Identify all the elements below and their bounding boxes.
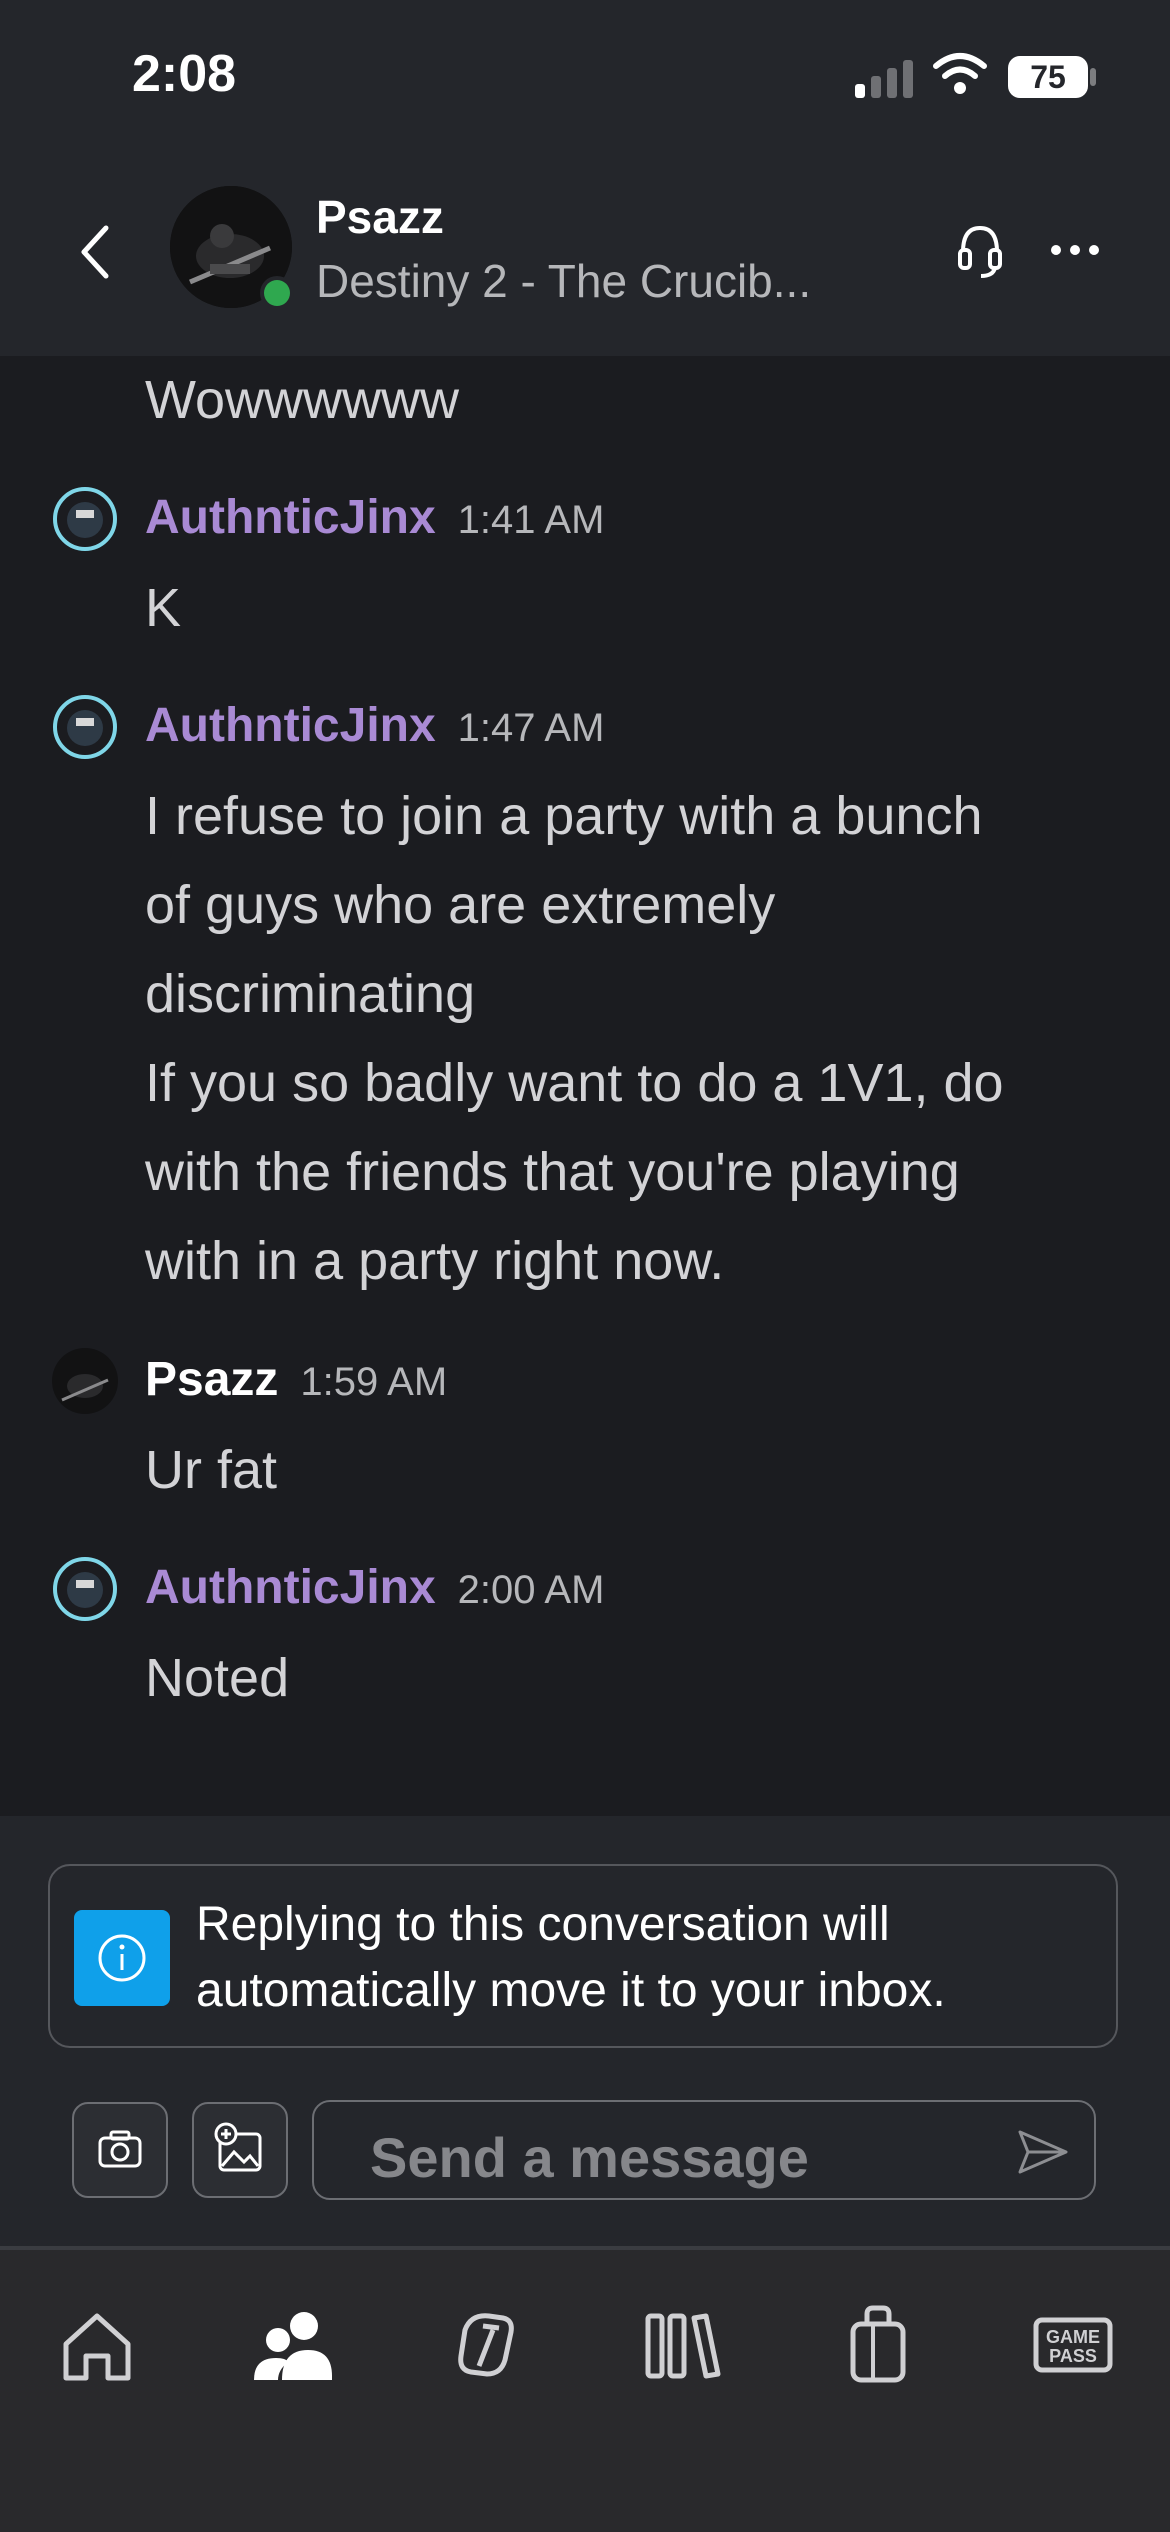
library-icon[interactable] <box>638 2300 728 2390</box>
sender-avatar[interactable] <box>52 694 118 760</box>
message-timestamp: 1:41 AM <box>457 498 605 542</box>
chat-header: Psazz Destiny 2 - The Crucib... <box>0 150 1170 356</box>
inbox-notice-line: Replying to this conversation will <box>196 1898 890 1951</box>
message-text: K <box>145 578 182 638</box>
composer-area: Replying to this conversation will autom… <box>0 1816 1170 2246</box>
message-line: If you so badly want to do a 1V1, do <box>145 1053 1004 1113</box>
message-line: discriminating <box>145 964 476 1024</box>
sender-avatar[interactable] <box>52 486 118 552</box>
game-pass-label: GAME <box>1046 2327 1100 2347</box>
message-input-box[interactable] <box>312 2100 1096 2200</box>
inbox-notice-line: automatically move it to your inbox. <box>196 1964 946 2017</box>
store-icon[interactable] <box>833 2300 923 2390</box>
cellular-signal-icon <box>855 58 915 98</box>
message-header: Psazz 1:59 AM <box>145 1352 447 1412</box>
sender-name[interactable]: Psazz <box>145 1353 278 1406</box>
message-header: AuthnticJinx 2:00 AM <box>145 1560 604 1620</box>
message-text: Wowwwwww <box>145 370 460 430</box>
status-bar: 2:08 75 <box>0 0 1170 150</box>
inbox-notice-text: Replying to this conversation will autom… <box>196 1892 1096 2024</box>
wifi-icon <box>933 53 987 94</box>
message-text: Noted <box>145 1648 290 1708</box>
message-list[interactable]: Wowwwwww AuthnticJinx 1:41 AM K AuthnticJ… <box>0 356 1170 1816</box>
game-pass-icon[interactable]: GAME PASS <box>1028 2300 1118 2390</box>
message-header: AuthnticJinx 1:47 AM <box>145 698 604 758</box>
online-status-icon <box>260 276 294 310</box>
camera-icon <box>98 2130 142 2168</box>
battery-level: 75 <box>1008 56 1088 98</box>
message-line: with in a party right now. <box>145 1231 725 1291</box>
sender-name[interactable]: AuthnticJinx <box>145 491 436 544</box>
contact-activity: Destiny 2 - The Crucib... <box>316 255 812 307</box>
game-pass-label: PASS <box>1049 2346 1097 2366</box>
add-image-icon <box>214 2122 262 2172</box>
message-line: I refuse to join a party with a bunch <box>145 786 983 846</box>
message-line: with the friends that you're playing <box>145 1142 960 1202</box>
camera-button[interactable] <box>72 2102 168 2198</box>
sender-avatar[interactable] <box>52 1348 118 1414</box>
message-line: of guys who are extremely <box>145 875 776 935</box>
message-header: AuthnticJinx 1:41 AM <box>145 490 604 550</box>
message-timestamp: 1:59 AM <box>300 1360 448 1404</box>
contact-name[interactable]: Psazz <box>316 190 444 244</box>
headset-icon[interactable] <box>955 222 1005 282</box>
message-text: I refuse to join a party with a bunch of… <box>145 772 1004 1306</box>
add-image-button[interactable] <box>192 2102 288 2198</box>
more-options-icon[interactable] <box>1050 240 1100 260</box>
people-icon[interactable] <box>248 2300 338 2390</box>
sender-name[interactable]: AuthnticJinx <box>145 699 436 752</box>
message-input[interactable] <box>370 2118 970 2196</box>
status-time: 2:08 <box>132 45 237 103</box>
send-icon[interactable] <box>1014 2124 1072 2180</box>
sender-avatar[interactable] <box>52 1556 118 1622</box>
info-icon <box>74 1910 170 2006</box>
message-timestamp: 1:47 AM <box>457 706 605 750</box>
message-text: Ur fat <box>145 1440 278 1500</box>
bottom-tab-bar: GAME PASS <box>0 2250 1170 2532</box>
sender-name[interactable]: AuthnticJinx <box>145 1561 436 1614</box>
battery-icon <box>1090 68 1096 86</box>
home-icon[interactable] <box>52 2300 142 2390</box>
achievements-icon[interactable] <box>443 2300 533 2390</box>
back-button[interactable] <box>68 220 124 284</box>
inbox-notice: Replying to this conversation will autom… <box>48 1864 1118 2048</box>
message-timestamp: 2:00 AM <box>457 1568 605 1612</box>
